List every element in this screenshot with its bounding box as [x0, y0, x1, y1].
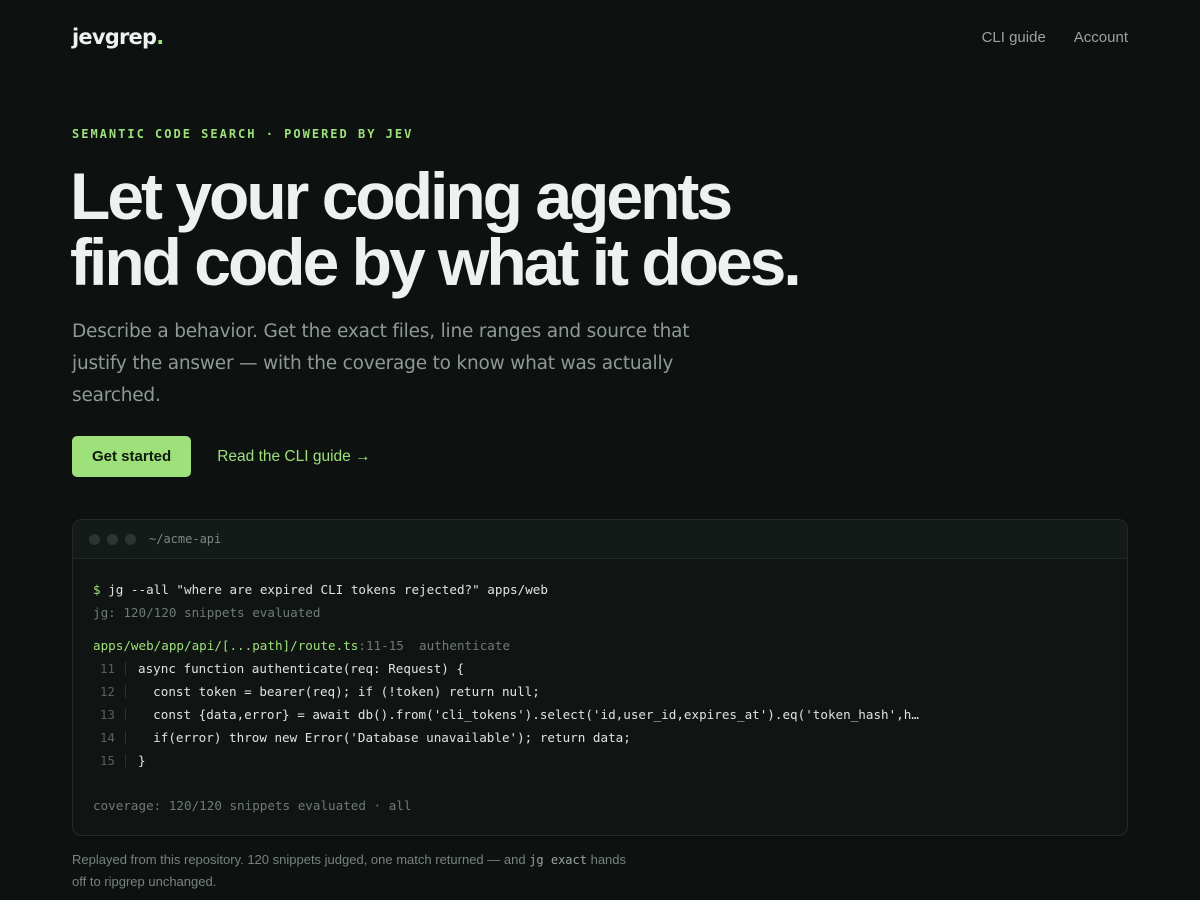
nav-links: CLI guide Account	[982, 29, 1128, 46]
code-text: const {data,error} = await db().from('cl…	[138, 707, 919, 722]
terminal-window: ~/acme-api $ jg --all "where are expired…	[72, 519, 1128, 836]
footnote: Replayed from this repository. 120 snipp…	[72, 852, 627, 889]
line-number: 12	[99, 684, 115, 699]
prompt-symbol: $	[93, 582, 101, 597]
status-line: jg: 120/120 snippets evaluated	[93, 605, 321, 620]
command-line: $ jg --all "where are expired CLI tokens…	[93, 578, 1107, 601]
code-line: 12 const token = bearer(req); if (!token…	[93, 680, 1107, 703]
window-dot-icon	[125, 533, 136, 545]
terminal-title-bar: ~/acme-api	[73, 520, 1127, 559]
window-dot-icon	[89, 533, 100, 545]
hero-subtitle: Describe a behavior. Get the exact files…	[72, 321, 690, 406]
line-number: 11	[99, 661, 115, 676]
command-text: jg --all "where are expired CLI tokens r…	[108, 582, 548, 597]
nav-link-cli-guide[interactable]: CLI guide	[982, 29, 1046, 46]
eyebrow: SEMANTIC CODE SEARCH · POWERED BY JEV	[72, 127, 414, 141]
top-nav: jevgrep. CLI guide Account	[72, 22, 1128, 52]
window-dot-icon	[107, 533, 118, 545]
hero-title: Let your coding agents find code by what…	[70, 163, 890, 295]
hero-title-line-1: Let your coding agents	[70, 159, 733, 233]
code-text: if(error) throw new Error('Database unav…	[138, 730, 631, 745]
code-text: async function authenticate(req: Request…	[138, 661, 465, 676]
inline-code: jg exact	[529, 853, 587, 867]
get-started-button[interactable]: Get started	[72, 436, 192, 477]
hero-title-line-2: find code by what it does.	[70, 225, 802, 299]
code-line: 14 if(error) throw new Error('Database u…	[93, 726, 1107, 749]
code-line: 13 const {data,error} = await db().from(…	[93, 703, 1107, 726]
code-line: 15}	[93, 749, 1107, 772]
result-symbol: authenticate	[419, 638, 511, 653]
cta-row: Get started Read the CLI guide →	[72, 436, 371, 477]
line-number: 13	[99, 707, 115, 722]
result-range: :11-15	[358, 638, 404, 653]
coverage-line: coverage: 120/120 snippets evaluated · a…	[93, 798, 412, 813]
terminal-path: ~/acme-api	[149, 532, 222, 546]
nav-link-account[interactable]: Account	[1074, 29, 1128, 46]
line-number: 15	[99, 753, 115, 768]
code-line: 11 async function authenticate(req: Reque…	[93, 657, 1107, 680]
result-header: apps/web/app/api/[...path]/route.ts:11-1…	[93, 634, 1107, 657]
terminal-body: $ jg --all "where are expired CLI tokens…	[73, 559, 1127, 817]
read-cli-guide-link[interactable]: Read the CLI guide →	[217, 448, 370, 466]
logo[interactable]: jevgrep.	[72, 25, 164, 49]
code-text: const token = bearer(req); if (!token) r…	[138, 684, 540, 699]
code-text: }	[138, 753, 146, 768]
result-file: apps/web/app/api/[...path]/route.ts	[93, 638, 359, 653]
line-number: 14	[99, 730, 115, 745]
